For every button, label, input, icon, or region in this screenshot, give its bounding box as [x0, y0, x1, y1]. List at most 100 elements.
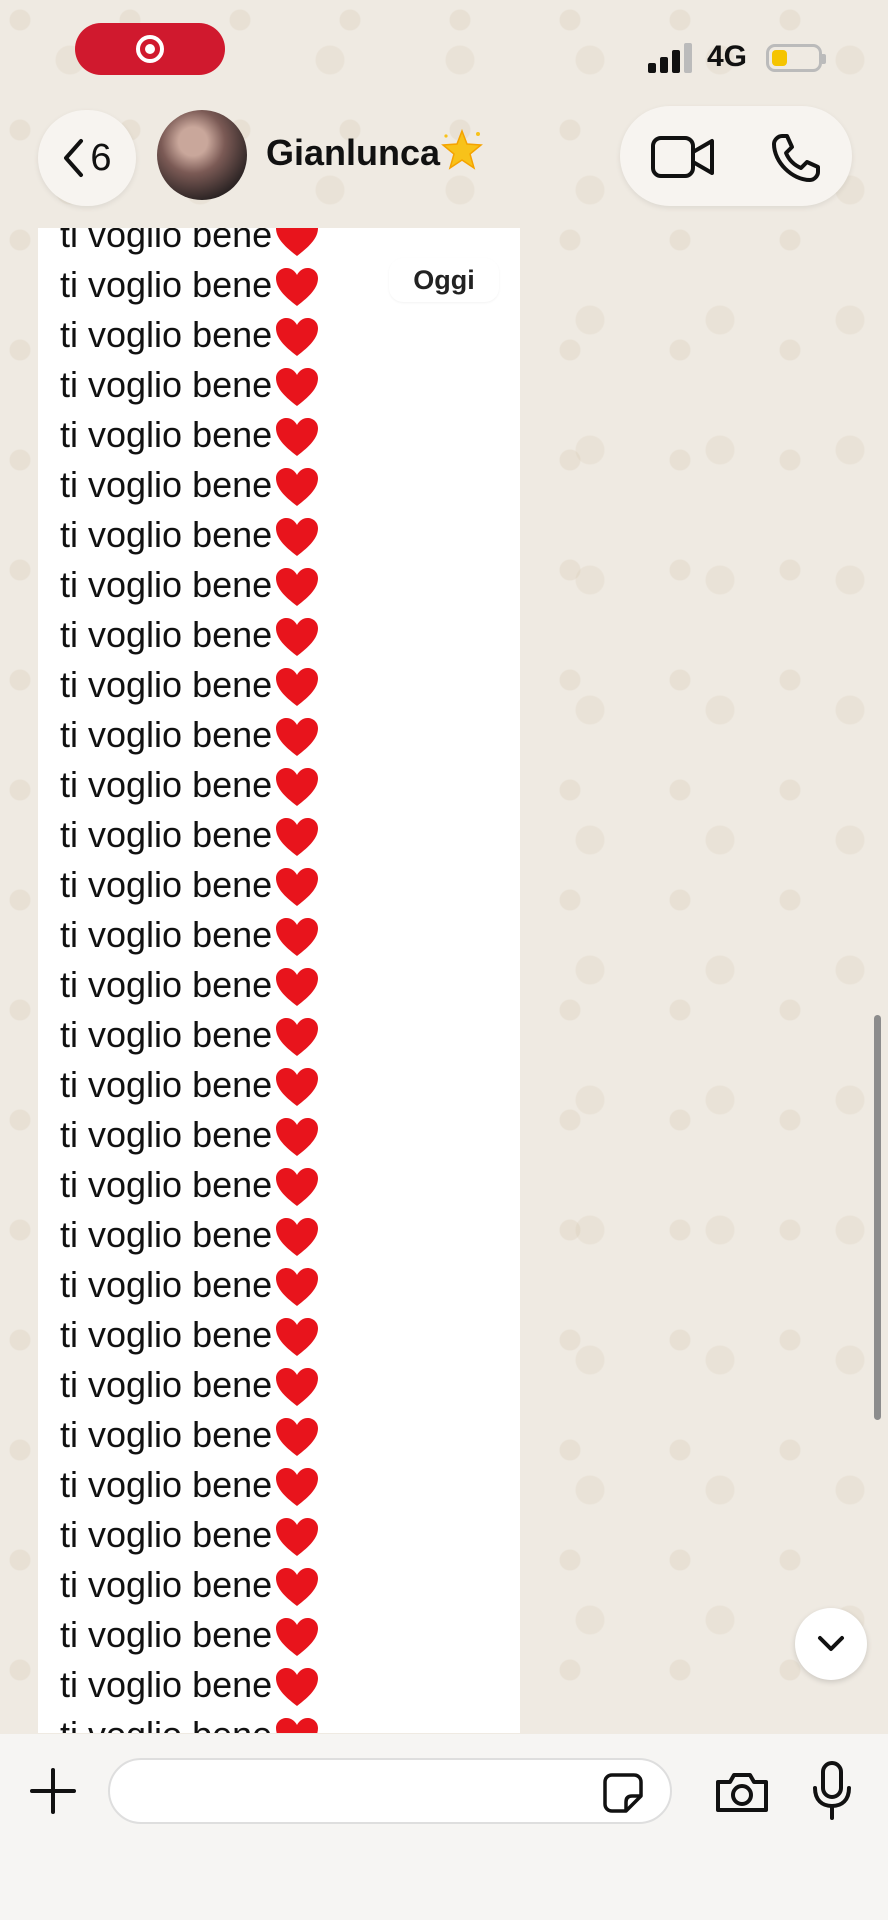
message-line: ti voglio bene: [60, 1660, 320, 1710]
message-line: ti voglio bene: [60, 360, 320, 410]
message-line-text: ti voglio bene: [60, 1264, 273, 1305]
contact-name[interactable]: Gianlunca: [266, 132, 440, 174]
message-input[interactable]: [108, 1758, 672, 1824]
message-line: ti voglio bene: [60, 1310, 320, 1360]
red-heart-icon: [276, 228, 319, 257]
message-line-text: ti voglio bene: [60, 1514, 273, 1555]
battery-icon: [766, 44, 826, 72]
red-heart-icon: [276, 1418, 319, 1457]
chevron-down-icon: [818, 1636, 844, 1651]
message-line-text: ti voglio bene: [60, 1414, 273, 1455]
message-line: ti voglio bene: [60, 1160, 320, 1210]
message-line: ti voglio bene: [60, 1260, 320, 1310]
red-heart-icon: [276, 1718, 319, 1733]
message-line-text: ti voglio bene: [60, 1064, 273, 1105]
red-heart-icon: [276, 418, 319, 457]
red-heart-icon: [276, 1468, 319, 1507]
message-line: ti voglio bene: [60, 1010, 320, 1060]
red-heart-icon: [276, 818, 319, 857]
video-call-icon[interactable]: [650, 134, 716, 180]
phone-icon[interactable]: [770, 132, 822, 184]
red-heart-icon: [276, 1368, 319, 1407]
message-line: ti voglio bene: [60, 860, 320, 910]
red-heart-icon: [276, 1018, 319, 1057]
message-line: ti voglio bene: [60, 460, 320, 510]
message-line-text: ti voglio bene: [60, 1614, 273, 1655]
red-heart-icon: [276, 1168, 319, 1207]
message-line-text: ti voglio bene: [60, 1714, 272, 1733]
message-line: ti voglio bene: [60, 1560, 320, 1610]
network-type-label: 4G: [707, 40, 748, 73]
red-heart-icon: [276, 768, 319, 807]
message-line: ti voglio bene: [60, 810, 320, 860]
red-heart-icon: [276, 1068, 319, 1107]
message-line-text: ti voglio bene: [60, 1364, 273, 1405]
red-heart-icon: [276, 318, 319, 357]
message-line: ti voglio bene: [60, 760, 320, 810]
message-line-text: ti voglio bene: [60, 364, 273, 405]
glowing-star-icon: [441, 128, 483, 170]
red-heart-icon: [276, 1318, 319, 1357]
screen-recording-indicator[interactable]: [75, 23, 225, 75]
message-line-text: ti voglio bene: [60, 764, 273, 805]
plus-icon[interactable]: [28, 1766, 78, 1816]
message-line: ti voglio bene: [60, 910, 320, 960]
message-line-text: ti voglio bene: [60, 1014, 273, 1055]
message-text: ti voglio bene ti voglio bene ti voglio be…: [60, 228, 320, 1733]
message-line-text: ti voglio bene: [60, 1664, 273, 1705]
message-line-text: ti voglio bene: [60, 414, 273, 455]
message-line-text: ti voglio bene: [60, 964, 273, 1005]
message-line-text: ti voglio bene: [60, 714, 273, 755]
scroll-to-bottom-button[interactable]: [795, 1608, 867, 1680]
unread-chats-count: 6: [90, 136, 112, 179]
message-line-text: ti voglio bene: [60, 1314, 273, 1355]
red-heart-icon: [276, 968, 319, 1007]
message-line-text: ti voglio bene: [60, 1164, 273, 1205]
message-line: ti voglio bene: [60, 410, 320, 460]
red-heart-icon: [276, 568, 319, 607]
message-line-text: ti voglio bene: [60, 864, 273, 905]
message-line: ti voglio bene: [60, 710, 320, 760]
message-line: ti voglio bene: [60, 1060, 320, 1110]
red-heart-icon: [276, 368, 319, 407]
sticker-icon[interactable]: [602, 1772, 644, 1814]
microphone-icon[interactable]: [810, 1760, 854, 1822]
message-line: ti voglio bene: [60, 610, 320, 660]
red-heart-icon: [276, 518, 319, 557]
message-line: ti voglio bene: [60, 1460, 320, 1510]
message-line-text: ti voglio bene: [60, 914, 273, 955]
message-line-text: ti voglio bene: [60, 564, 273, 605]
date-separator: Oggi: [389, 258, 499, 302]
red-heart-icon: [276, 1268, 319, 1307]
back-button[interactable]: 6: [38, 110, 136, 206]
red-heart-icon: [276, 468, 319, 507]
message-line: ti voglio bene: [60, 660, 320, 710]
red-heart-icon: [276, 1668, 319, 1707]
call-actions: [620, 106, 852, 206]
message-line: ti voglio bene: [60, 1110, 320, 1160]
message-line: ti voglio bene: [60, 1710, 320, 1733]
red-heart-icon: [276, 868, 319, 907]
record-icon: [136, 35, 164, 63]
signal-strength-icon: [648, 43, 694, 73]
message-line: ti voglio bene: [60, 560, 320, 610]
avatar[interactable]: [157, 110, 247, 200]
scrollbar[interactable]: [874, 1015, 881, 1420]
message-line: ti voglio bene: [60, 310, 320, 360]
red-heart-icon: [276, 1118, 319, 1157]
message-bubble[interactable]: ti voglio bene ti voglio bene ti voglio be…: [38, 228, 520, 1733]
red-heart-icon: [276, 1568, 319, 1607]
status-bar: 4G: [0, 0, 888, 100]
message-line-text: ti voglio bene: [60, 314, 273, 355]
compose-bar: [0, 1734, 888, 1920]
message-line-text: ti voglio bene: [60, 228, 273, 255]
message-line-text: ti voglio bene: [60, 1114, 273, 1155]
red-heart-icon: [276, 668, 319, 707]
red-heart-icon: [276, 618, 319, 657]
red-heart-icon: [276, 718, 319, 757]
message-line-text: ti voglio bene: [60, 614, 273, 655]
message-line: ti voglio bene: [60, 1210, 320, 1260]
message-line-text: ti voglio bene: [60, 1214, 273, 1255]
camera-icon[interactable]: [714, 1770, 770, 1814]
red-heart-icon: [276, 1618, 319, 1657]
